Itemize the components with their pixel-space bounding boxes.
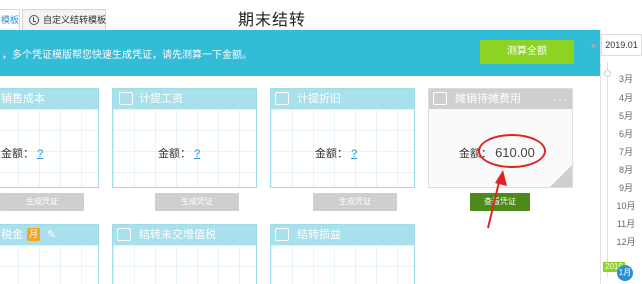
period-timeline: [607, 62, 608, 277]
amount-label: 金额：: [315, 148, 348, 160]
month-item[interactable]: 8月: [612, 163, 640, 176]
card-title: 税金: [1, 229, 23, 241]
month-item[interactable]: 11月: [612, 217, 640, 230]
card-title: 结转未交增值税: [139, 229, 216, 241]
more-icon[interactable]: ···: [553, 89, 568, 109]
page-title: 期末结转: [238, 12, 307, 29]
generate-voucher-button[interactable]: 生成凭证: [155, 193, 239, 211]
tab-custom-template-label: 自定义结转模板: [43, 15, 107, 25]
amount-row: 金额： ?: [315, 145, 357, 161]
amount-value-link[interactable]: ?: [37, 148, 43, 160]
card-header: 计提折旧: [271, 89, 414, 109]
card-accrue-depreciation: 计提折旧 金额： ?: [270, 88, 415, 188]
tab-custom-template[interactable]: 自定义结转模板: [22, 9, 106, 30]
card-header: 计提工资: [113, 89, 256, 109]
card-title: 计提工资: [139, 93, 183, 105]
card-accrue-wages: 计提工资 金额： ?: [112, 88, 257, 188]
card-grid: [113, 245, 256, 284]
generate-voucher-button[interactable]: 生成凭证: [0, 193, 84, 211]
tab-bar: 模板 自定义结转模板 期末结转: [0, 0, 600, 30]
card-tax: 税金 月 ✎: [0, 224, 99, 284]
document-icon: [433, 92, 447, 105]
month-item[interactable]: 3月: [612, 72, 640, 85]
tab-template[interactable]: 模板: [0, 9, 20, 30]
month-item[interactable]: 5月: [612, 109, 640, 122]
edit-icon[interactable]: ✎: [47, 225, 56, 245]
card-sales-cost: 销售成本 金额： ?: [0, 88, 99, 188]
tax-icon: [117, 228, 131, 241]
card-header: 销售成本: [0, 89, 98, 109]
month-item[interactable]: 6月: [612, 127, 640, 140]
amount-row: 金额： ?: [158, 145, 200, 161]
card-title: 销售成本: [1, 93, 45, 105]
check-corner-icon: [550, 165, 572, 187]
period-year-label[interactable]: 2019.01: [601, 34, 642, 56]
card-title: 结转损益: [297, 229, 341, 241]
finance-app-window: { "tabs": [ {"label": "模板", "active": tr…: [0, 0, 642, 284]
info-banner: ，多个凭证模版帮您快速生成凭证，请先测算一下金额。 测算全额: [0, 30, 600, 76]
plus-stack-icon: [275, 228, 289, 241]
calendar-icon: [119, 92, 133, 105]
amount-value-link[interactable]: ?: [194, 148, 200, 160]
month-badge: 月: [27, 228, 40, 241]
current-month-item[interactable]: 1月: [617, 265, 633, 281]
annotation-circle: [478, 134, 546, 168]
amount-label: 金额：: [1, 148, 34, 160]
collapse-arrow-icon[interactable]: »: [591, 40, 596, 50]
month-item[interactable]: 10月: [612, 199, 640, 212]
amount-row: 金额： ?: [1, 145, 43, 161]
amount-label: 金额：: [158, 148, 191, 160]
card-transfer-profit-loss: 结转损益: [270, 224, 415, 284]
card-header: 结转损益: [271, 225, 414, 245]
card-header: 结转未交增值税: [113, 225, 256, 245]
month-item[interactable]: 9月: [612, 181, 640, 194]
month-item[interactable]: 12月: [612, 235, 640, 248]
copy-icon: [275, 92, 289, 105]
clock-icon: [29, 15, 39, 25]
view-voucher-button[interactable]: 查看凭证: [470, 193, 530, 211]
card-header: 税金 月 ✎: [0, 225, 98, 245]
month-item[interactable]: 7月: [612, 145, 640, 158]
card-header: 摊销待摊费用 ···: [429, 89, 572, 109]
card-transfer-unpaid-vat: 结转未交增值税: [112, 224, 257, 284]
card-grid: [271, 245, 414, 284]
timeline-dot: [604, 70, 611, 77]
card-title: 计提折旧: [297, 93, 341, 105]
amount-value-link[interactable]: ?: [351, 148, 357, 160]
calculate-all-button[interactable]: 测算全额: [480, 40, 574, 64]
card-title: 摊销待摊费用: [455, 93, 521, 105]
card-grid: [0, 245, 98, 284]
banner-text: ，多个凭证模版帮您快速生成凭证，请先测算一下金额。: [2, 50, 252, 61]
generate-voucher-button[interactable]: 生成凭证: [313, 193, 397, 211]
month-item[interactable]: 4月: [612, 91, 640, 104]
